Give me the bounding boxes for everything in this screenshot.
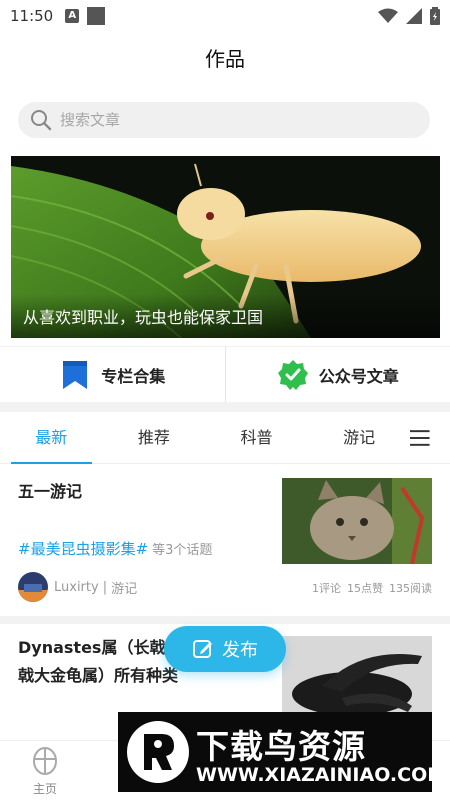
edit-icon [193,640,212,658]
search-icon [31,110,52,131]
signal-icon [406,8,422,24]
watermark-title: 下载鸟资源 [196,727,366,766]
wifi-icon [378,8,398,23]
search-input[interactable] [60,111,400,129]
publish-button[interactable]: 发布 [164,626,286,672]
quick-links: 专栏合集 公众号文章 [0,346,450,402]
official-articles-label: 公众号文章 [318,366,399,386]
column-collection-label: 专栏合集 [101,366,166,386]
topic-tag[interactable]: #最美昆虫摄影集# [18,540,148,558]
article-thumbnail [282,478,432,564]
author-name: Luxirty [54,579,99,595]
battery-icon [430,7,440,25]
verified-badge-icon [277,359,308,390]
notification-square-icon [87,7,106,25]
bookmark-icon [63,360,88,389]
tab-latest[interactable]: 最新 [0,412,103,464]
tab-recommended[interactable]: 推荐 [103,412,206,464]
article-stats: 1评论 15点赞 135阅读 [306,580,432,596]
avatar [18,572,48,602]
tab-science[interactable]: 科普 [205,412,308,464]
status-bar: 11:50 A [0,0,450,32]
article-title: 五一游记 [18,482,83,501]
publish-label: 发布 [222,640,258,661]
comment-count: 1评论 [312,582,341,595]
like-count: 15点赞 [347,582,383,595]
search-bar[interactable] [18,102,430,138]
topic-more: 等3个话题 [152,543,213,558]
article-tags: #最美昆虫摄影集# 等3个话题 [18,538,212,559]
tab-travel[interactable]: 游记 [308,412,411,464]
official-articles-button[interactable]: 公众号文章 [226,347,450,402]
banner-carousel[interactable]: 从喜欢到职业，玩虫也能保家卫国 [11,156,440,338]
menu-icon[interactable] [410,429,430,447]
notification-a-icon: A [65,9,80,23]
watermark-overlay: 下载鸟资源 WWW.XIAZAINIAO.COM [118,712,446,792]
watermark-url: WWW.XIAZAINIAO.COM [196,764,447,786]
article-author[interactable]: Luxirty | 游记 [18,572,137,602]
page-title: 作品 [205,46,245,71]
article-category: 游记 [111,581,138,597]
nav-home-label: 主页 [32,782,57,796]
home-tab-icon [33,747,57,775]
column-collection-button[interactable]: 专栏合集 [0,347,225,402]
nav-home[interactable]: 主页 [20,745,70,797]
read-count: 135阅读 [389,582,432,595]
category-tabs: 最新 推荐 科普 游记 [0,412,450,464]
status-time: 11:50 [10,7,54,25]
bird-logo-icon [127,721,189,783]
banner-caption: 从喜欢到职业，玩虫也能保家卫国 [23,308,264,327]
article-card[interactable]: 五一游记 #最美昆虫摄影集# 等3个话题 Luxirty | 游记 1评论 15点赞… [0,464,450,616]
page-header: 作品 [0,32,450,82]
article-thumbnail [282,636,432,722]
